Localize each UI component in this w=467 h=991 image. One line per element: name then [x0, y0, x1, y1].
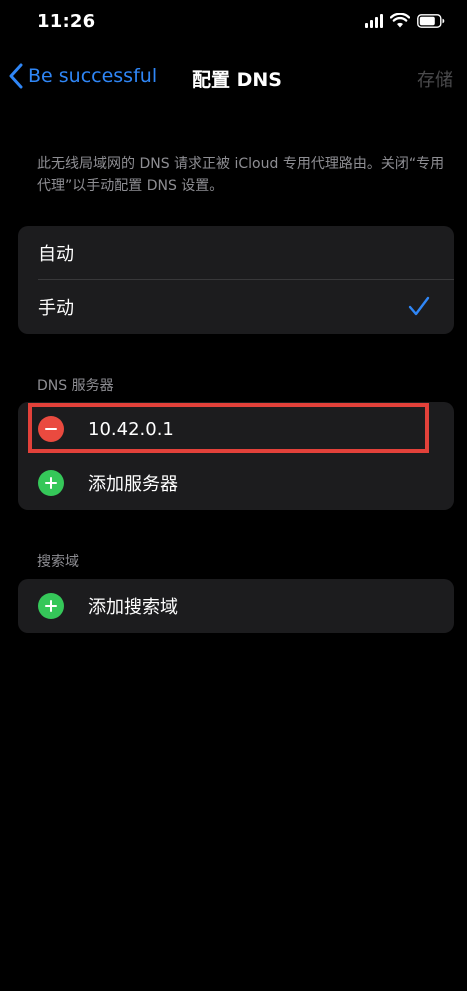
description-text: 此无线局域网的 DNS 请求正被 iCloud 专用代理路由。关闭“专用代理”以… — [37, 156, 445, 194]
add-search-domain-row[interactable]: 添加搜索域 — [18, 579, 454, 633]
mode-option-label: 自动 — [38, 244, 74, 265]
highlight-box — [28, 403, 429, 453]
wifi-icon — [390, 13, 410, 28]
page-title: 配置 DNS — [192, 69, 282, 91]
add-search-domain-label: 添加搜索域 — [88, 597, 178, 618]
save-button[interactable]: 存储 — [417, 66, 453, 92]
nav-bar: Be successful 配置 DNS 存储 — [0, 52, 467, 102]
search-domain-group: 添加搜索域 — [18, 579, 454, 633]
mode-option-manual[interactable]: 手动 — [18, 280, 454, 334]
add-icon — [38, 593, 64, 619]
dns-section-header: DNS 服务器 — [37, 378, 114, 394]
battery-icon — [417, 13, 445, 28]
add-icon — [38, 470, 64, 496]
search-section-header: 搜索域 — [37, 554, 79, 570]
dns-mode-group: 自动 手动 — [18, 226, 454, 334]
status-bar: 11:26 — [0, 0, 467, 46]
back-label: Be successful — [28, 65, 158, 87]
signal-icon — [365, 13, 383, 28]
status-icons — [365, 13, 445, 28]
mode-option-label: 手动 — [38, 298, 74, 319]
add-server-label: 添加服务器 — [88, 474, 178, 495]
status-time: 11:26 — [37, 11, 96, 32]
checkmark-icon — [408, 296, 430, 316]
chevron-left-icon — [9, 63, 23, 89]
back-button[interactable]: Be successful — [8, 63, 157, 89]
mode-option-auto[interactable]: 自动 — [18, 226, 454, 280]
add-server-row[interactable]: 添加服务器 — [18, 456, 454, 510]
